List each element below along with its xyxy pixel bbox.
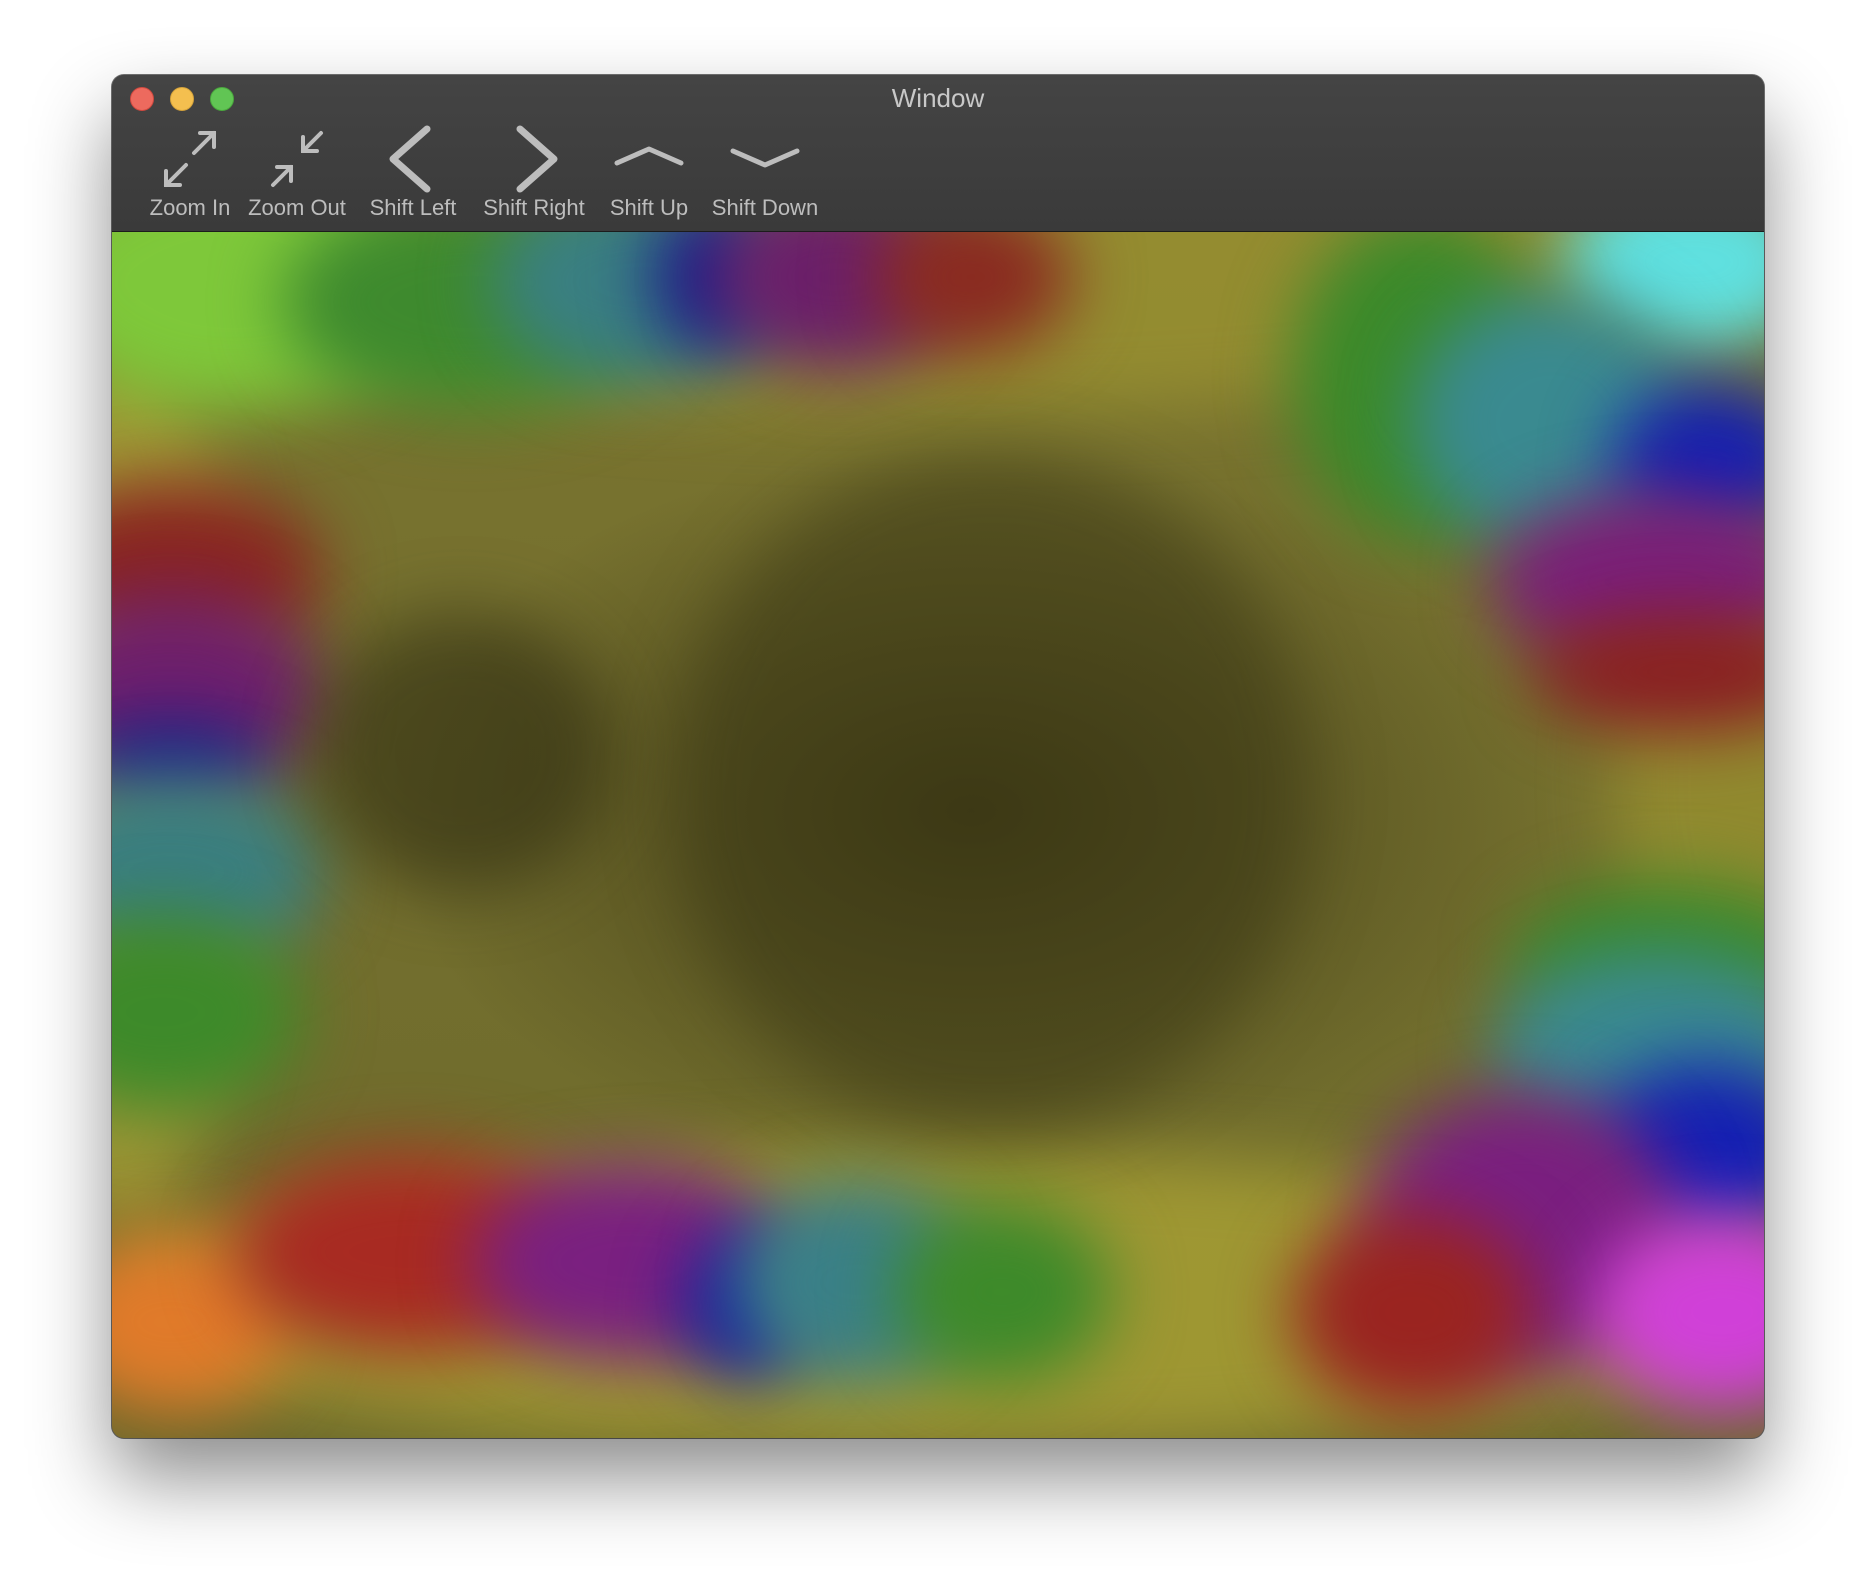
shift-down-button[interactable]: Shift Down — [700, 125, 830, 223]
shift-down-label: Shift Down — [711, 195, 819, 220]
window-title: Window — [891, 83, 985, 113]
app-window: Window Zoom In Zoom Out Shift Left Shift… — [112, 75, 1764, 1438]
titlebar: Window Zoom In Zoom Out Shift Left Shift… — [112, 75, 1764, 232]
green-petal-bottom — [892, 1202, 1112, 1382]
zoom-out-icon — [271, 131, 323, 187]
shift-left-button[interactable]: Shift Left — [350, 125, 476, 223]
dark-spot-center — [672, 452, 1312, 1132]
chevron-right-icon — [516, 125, 558, 193]
fractal-canvas[interactable] — [112, 232, 1764, 1438]
zoom-out-button[interactable]: Zoom Out — [232, 125, 362, 223]
shift-left-label: Shift Left — [369, 195, 457, 220]
dark-spot-left — [312, 612, 612, 892]
shift-right-label: Shift Right — [483, 195, 585, 220]
zoom-in-icon — [164, 131, 216, 187]
shift-right-button[interactable]: Shift Right — [464, 125, 604, 223]
zoom-out-label: Zoom Out — [248, 195, 346, 220]
shift-up-button[interactable]: Shift Up — [589, 125, 709, 223]
chevron-down-icon — [730, 148, 800, 168]
red-petal-bottomright — [1292, 1212, 1532, 1412]
zoom-in-label: Zoom In — [149, 195, 231, 220]
chevron-left-icon — [389, 125, 431, 193]
shift-up-label: Shift Up — [609, 195, 689, 220]
chevron-up-icon — [614, 146, 684, 166]
